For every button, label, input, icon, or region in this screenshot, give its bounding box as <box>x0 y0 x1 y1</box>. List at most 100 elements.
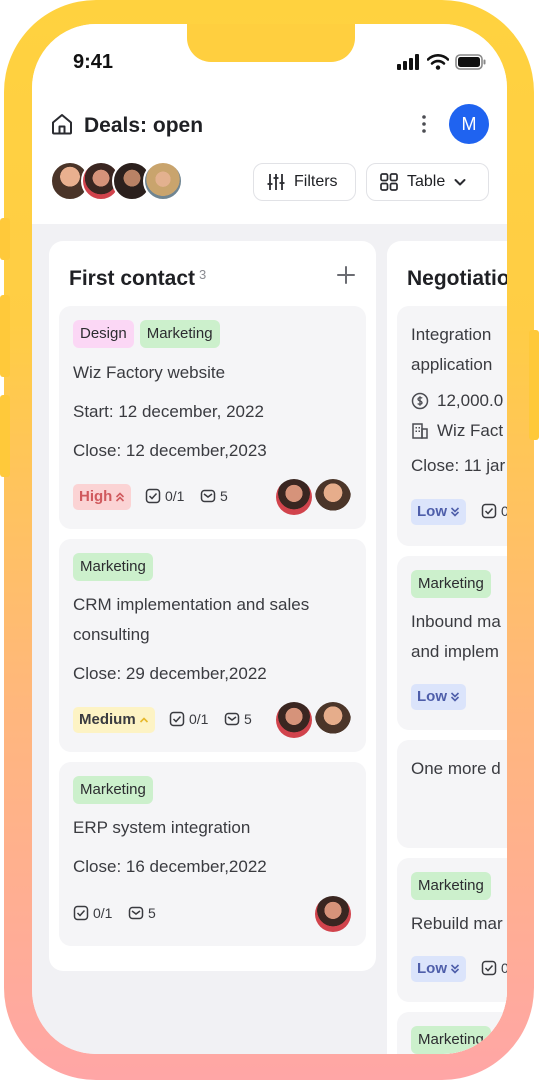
priority-badge[interactable]: High <box>73 484 132 510</box>
column-title: First contact 3 <box>69 267 206 291</box>
chevron-down-icon <box>454 179 466 186</box>
tag-marketing: Marketing <box>139 320 220 348</box>
deal-card[interactable]: Marketing <box>397 1012 507 1054</box>
grid-icon <box>380 173 398 191</box>
priority-badge[interactable]: Low <box>411 499 466 525</box>
deal-card[interactable]: Design Marketing Wiz Factory website Sta… <box>59 306 366 529</box>
priority-label: Low <box>417 960 447 977</box>
deal-card[interactable]: Marketing ERP system integration Close: … <box>59 762 366 946</box>
assignee-avatar[interactable] <box>315 896 351 932</box>
home-icon[interactable] <box>50 112 74 136</box>
task-check-icon <box>481 960 497 976</box>
tag-list: Marketing <box>411 1026 491 1054</box>
deal-name-line: and implem <box>411 642 499 661</box>
tag-list: Design Marketing <box>73 320 220 348</box>
tag-marketing: Marketing <box>411 570 491 598</box>
app-screen: 9:41 Deals: open M Filters Table First c… <box>32 24 507 1054</box>
deal-close-date: Close: 16 december,2022 <box>73 857 267 876</box>
task-counter: 0/1 <box>73 905 112 921</box>
more-vertical-icon[interactable] <box>412 112 436 136</box>
status-time: 9:41 <box>73 51 114 73</box>
phone-mockup: 9:41 Deals: open M Filters Table First c… <box>0 0 539 1080</box>
deal-start-date: Start: 12 december, 2022 <box>73 402 264 421</box>
tag-marketing: Marketing <box>73 553 153 581</box>
add-deal-icon[interactable] <box>336 265 356 285</box>
priority-badge[interactable]: Medium <box>73 707 155 733</box>
dollar-icon <box>411 392 429 410</box>
mail-icon <box>128 906 144 920</box>
deal-company: Wiz Fact <box>437 421 504 440</box>
deal-amount: 12,000.0 <box>437 391 504 410</box>
task-check-icon <box>73 905 89 921</box>
deal-name: One more d <box>411 759 501 778</box>
filters-button[interactable]: Filters <box>253 163 356 201</box>
battery-icon <box>455 54 486 70</box>
message-count: 5 <box>148 905 156 921</box>
deal-name: Wiz Factory website <box>73 363 226 382</box>
user-avatar[interactable]: M <box>449 104 489 144</box>
side-button <box>0 395 10 477</box>
deal-card[interactable]: Marketing CRM implementation and sales c… <box>59 539 366 752</box>
task-count: 0/1 <box>165 488 185 504</box>
priority-label: High <box>79 488 113 505</box>
assignee-avatar[interactable] <box>276 479 312 515</box>
deal-name-line: CRM implementation and sales <box>73 595 310 614</box>
deal-name: Rebuild mar <box>411 914 503 933</box>
tag-list: Marketing <box>73 776 153 804</box>
tag-marketing: Marketing <box>411 1026 491 1054</box>
pipeline-column: First contact 3 Design Marketing Wiz Fact… <box>49 241 376 971</box>
signal-icon <box>397 54 419 70</box>
status-icons <box>397 54 487 70</box>
chevron-up-icon <box>139 717 148 723</box>
priority-label: Low <box>417 688 447 705</box>
priority-badge[interactable]: Low <box>411 956 466 982</box>
page-title: Deals: open <box>84 114 204 137</box>
message-counter: 5 <box>200 488 228 504</box>
assignee-avatar[interactable] <box>315 702 351 738</box>
task-check-icon <box>481 503 497 519</box>
deal-name-line: Inbound ma <box>411 612 501 631</box>
mail-icon <box>224 712 240 726</box>
team-avatars[interactable] <box>50 161 190 203</box>
page-header: Deals: open M Filters Table <box>32 96 507 224</box>
deal-name: ERP system integration <box>73 818 251 837</box>
deal-close-date: Close: 12 december,2023 <box>73 441 267 460</box>
task-count: 0 <box>501 960 507 976</box>
wifi-icon <box>427 54 449 70</box>
mail-icon <box>200 489 216 503</box>
chevrons-down-icon <box>450 692 460 702</box>
team-avatar <box>143 161 183 201</box>
view-label: Table <box>407 173 446 190</box>
deal-card[interactable]: Marketing Inbound ma and implem Low <box>397 556 507 730</box>
column-title: Negotiatio <box>407 267 507 291</box>
tag-list: Marketing <box>73 553 153 581</box>
deal-name-line: application <box>411 355 493 374</box>
kanban-board: First contact 3 Design Marketing Wiz Fact… <box>32 224 507 1054</box>
task-counter: 0 <box>481 960 507 976</box>
task-counter: 0/1 <box>169 711 208 727</box>
task-count: 0/1 <box>189 711 209 727</box>
priority-badge[interactable]: Low <box>411 684 466 710</box>
chevrons-up-icon <box>116 492 125 502</box>
deal-name-line: consulting <box>73 625 150 644</box>
chevrons-down-icon <box>450 964 460 974</box>
view-select[interactable]: Table <box>366 163 489 201</box>
task-counter: 0 <box>481 503 507 519</box>
phone-notch <box>187 24 355 62</box>
building-icon <box>412 423 428 439</box>
task-count: 0 <box>501 503 507 519</box>
deal-card[interactable]: Marketing Rebuild mar Low 0 <box>397 858 507 1002</box>
deal-close-date: Close: 11 jar <box>411 456 506 475</box>
column-title-text: Negotiatio <box>407 267 507 290</box>
assignee-avatar[interactable] <box>315 479 351 515</box>
message-counter: 5 <box>224 711 252 727</box>
filters-label: Filters <box>294 173 338 190</box>
side-button <box>529 330 539 440</box>
task-check-icon <box>145 488 161 504</box>
deal-card[interactable]: Integration application 12,000.0 Wiz Fac… <box>397 306 507 546</box>
assignee-avatar[interactable] <box>276 702 312 738</box>
task-check-icon <box>169 711 185 727</box>
column-count: 3 <box>199 267 207 282</box>
deal-card[interactable]: One more d <box>397 740 507 848</box>
tag-list: Marketing <box>411 570 491 598</box>
